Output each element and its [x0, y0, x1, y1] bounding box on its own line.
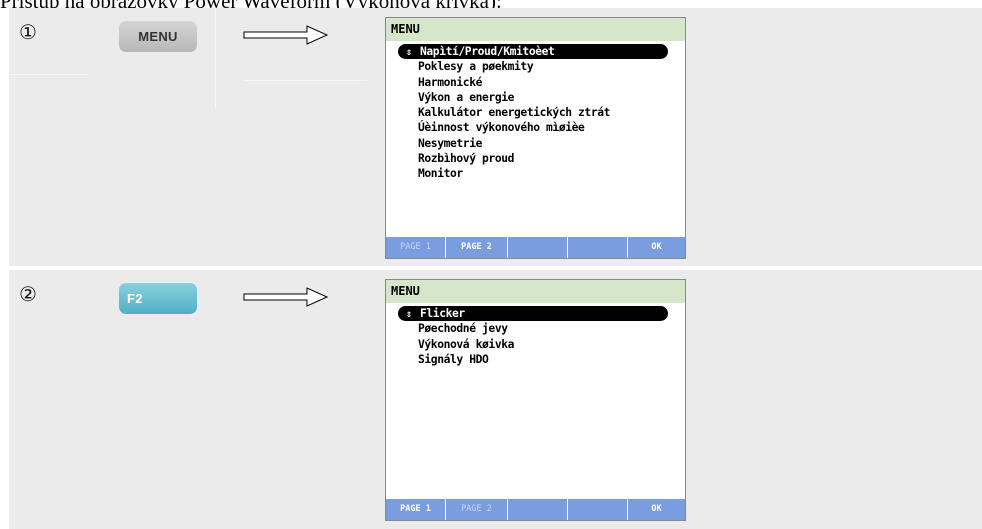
menu-item[interactable]: Výkonová køivka	[398, 337, 683, 352]
cell-divider	[9, 74, 87, 75]
softkey-bar: PAGE 1 PAGE 2 OK	[386, 499, 685, 520]
updown-arrow-icon: ⇕	[406, 309, 412, 320]
menu-key-button[interactable]: MENU	[119, 21, 197, 52]
menu-item[interactable]: Úèinnost výkonového mìøièe	[398, 120, 683, 135]
menu-item[interactable]: Signály HDO	[398, 352, 683, 367]
screen-header: MENU	[386, 280, 685, 303]
softkey-page-2[interactable]: PAGE 2	[446, 237, 508, 258]
step-number-1: ①	[19, 20, 37, 44]
softkey-page-1[interactable]: PAGE 1	[386, 237, 446, 258]
instrument-screen-2: MENU ⇕ Flicker Pøechodné jevy Výkonová kø…	[385, 279, 686, 521]
f2-key-button[interactable]: F2	[119, 283, 197, 314]
step-number-2: ②	[19, 282, 37, 306]
instrument-screen-1: MENU ⇕ Napìtí/Proud/Kmitoèet Poklesy a pø…	[385, 17, 686, 259]
cell-divider	[215, 8, 216, 108]
menu-item[interactable]: Poklesy a pøekmity	[398, 59, 683, 74]
updown-arrow-icon: ⇕	[406, 47, 412, 58]
softkey-f4[interactable]	[568, 499, 628, 520]
right-arrow-icon	[243, 25, 329, 45]
screen-header: MENU	[386, 18, 685, 41]
menu-item[interactable]: Kalkulátor energetických ztrát	[398, 105, 683, 120]
menu-item[interactable]: Monitor	[398, 166, 683, 181]
menu-item[interactable]: Harmonické	[398, 75, 683, 90]
step-row-2: ② F2 MENU ⇕ Flicker Pøechodné jevy Výkono…	[9, 270, 982, 529]
softkey-f3[interactable]	[508, 237, 568, 258]
menu-item[interactable]: Výkon a energie	[398, 90, 683, 105]
menu-item[interactable]: Rozbìhový proud	[398, 151, 683, 166]
right-arrow-icon	[243, 287, 329, 307]
menu-list: ⇕ Napìtí/Proud/Kmitoèet Poklesy a pøekmit…	[398, 44, 683, 182]
softkey-ok[interactable]: OK	[628, 237, 685, 258]
menu-item-selected[interactable]: ⇕ Napìtí/Proud/Kmitoèet	[398, 44, 668, 60]
softkey-page-1[interactable]: PAGE 1	[386, 499, 446, 520]
softkey-f4[interactable]	[568, 237, 628, 258]
menu-item[interactable]: Pøechodné jevy	[398, 321, 683, 336]
softkey-bar: PAGE 1 PAGE 2 OK	[386, 237, 685, 258]
menu-item-selected[interactable]: ⇕ Flicker	[398, 306, 668, 322]
menu-list: ⇕ Flicker Pøechodné jevy Výkonová køivka …	[398, 306, 683, 367]
softkey-f3[interactable]	[508, 499, 568, 520]
softkey-page-2[interactable]: PAGE 2	[446, 499, 508, 520]
cell-divider	[243, 80, 367, 81]
softkey-ok[interactable]: OK	[628, 499, 685, 520]
instruction-table: ① MENU MENU ⇕ Napìtí/Proud/Kmitoèet Pokle…	[9, 8, 982, 529]
menu-item[interactable]: Nesymetrie	[398, 136, 683, 151]
step-row-1: ① MENU MENU ⇕ Napìtí/Proud/Kmitoèet Pokle…	[9, 8, 982, 266]
